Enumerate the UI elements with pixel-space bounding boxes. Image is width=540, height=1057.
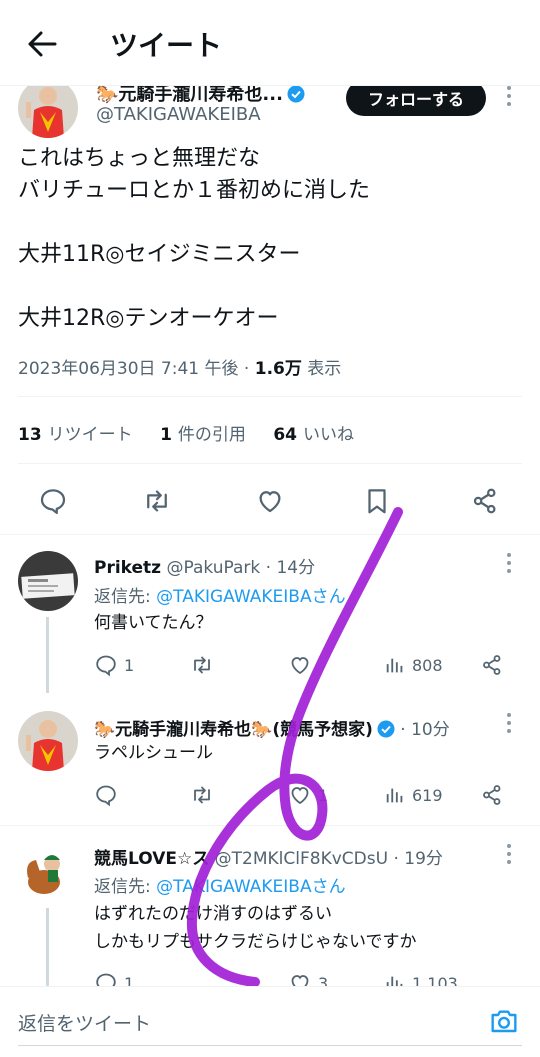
reply-author-name[interactable]: Priketz: [94, 558, 161, 578]
thread-line: [46, 617, 49, 693]
retweet-icon[interactable]: [140, 484, 174, 518]
more-icon[interactable]: [506, 844, 512, 864]
divider: [18, 463, 522, 464]
more-icon[interactable]: [506, 713, 512, 733]
tweet-stats: 13 リツイート 1 件の引用 64 いいね: [18, 420, 376, 445]
verified-badge-icon: [377, 720, 395, 738]
reply-time[interactable]: · 10分: [395, 720, 449, 740]
reply-tweet[interactable]: 🐎元騎手瀧川寿希也🐎(競馬予想家) · 10分 ラペルシュール 1 619: [0, 695, 540, 825]
quotes-stat[interactable]: 1 件の引用: [160, 425, 246, 445]
author-handle[interactable]: @TAKIGAWAKEIBA: [96, 104, 261, 125]
reply-action-bar: 1 619: [94, 780, 514, 810]
like-icon[interactable]: [288, 650, 318, 680]
reply-to-link[interactable]: @TAKIGAWAKEIBAさん: [156, 587, 345, 607]
bookmark-icon[interactable]: [360, 484, 394, 518]
divider: [18, 396, 522, 397]
verified-badge-icon: [287, 85, 305, 103]
reply-icon[interactable]: 1: [94, 650, 134, 680]
like-icon[interactable]: 1: [288, 780, 328, 810]
thread-line: [46, 908, 49, 986]
reply-to: 返信先: @TAKIGAWAKEIBAさん: [94, 587, 346, 607]
views-label: 表示: [301, 359, 342, 379]
composer-underline: [18, 1045, 522, 1046]
more-icon[interactable]: [506, 86, 512, 106]
likes-stat[interactable]: 64 いいね: [273, 425, 354, 445]
reply-icon[interactable]: [36, 484, 70, 518]
reply-to-link[interactable]: @TAKIGAWAKEIBAさん: [156, 877, 345, 897]
reply-header: 🐎元騎手瀧川寿希也🐎(競馬予想家) · 10分: [94, 715, 450, 740]
reply-author-name[interactable]: 🐎元騎手瀧川寿希也🐎(競馬予想家): [94, 720, 373, 740]
reply-tweet[interactable]: 競馬LOVE☆ス @T2MKlClF8KvCDsU · 19分 返信先: @TA…: [0, 826, 540, 995]
share-icon[interactable]: [480, 650, 504, 680]
reply-action-bar: 1 808: [94, 650, 514, 680]
page-title: ツイート: [110, 29, 223, 62]
reply-header: Priketz @PakuPark · 14分: [94, 553, 315, 578]
tweet-text: これはちょっと無理だな バリチューロとか１番初めに消した 大井11R◎セイジミニ…: [18, 146, 371, 331]
back-arrow-icon[interactable]: [22, 26, 62, 62]
reply-text: はずれたのだけ消すのはずるい しかもリプもサクラだらけじゃないですか: [94, 904, 417, 952]
views-icon[interactable]: 619: [384, 780, 443, 810]
reply-author-name[interactable]: 競馬LOVE☆ス: [94, 849, 209, 869]
views-icon[interactable]: 808: [384, 650, 443, 680]
reply-to: 返信先: @TAKIGAWAKEIBAさん: [94, 877, 346, 897]
reply-text: 何書いてたん？: [94, 613, 213, 633]
reply-input[interactable]: 返信をツイート: [18, 1009, 151, 1036]
reply-icon[interactable]: [94, 780, 124, 810]
tweet-action-bar: [0, 476, 540, 524]
reply-composer: 返信をツイート: [0, 986, 540, 1057]
tweet-datetime[interactable]: 2023年06月30日 7:41 午後: [18, 359, 239, 379]
views-count: 1.6万: [254, 359, 302, 379]
reply-header: 競馬LOVE☆ス @T2MKlClF8KvCDsU · 19分: [94, 844, 443, 869]
reply-avatar[interactable]: [18, 551, 78, 611]
retweets-stat[interactable]: 13 リツイート: [18, 425, 133, 445]
like-icon[interactable]: [253, 484, 287, 518]
share-icon[interactable]: [468, 484, 502, 518]
tweet-meta: 2023年06月30日 7:41 午後 · 1.6万 表示: [18, 359, 342, 379]
camera-icon[interactable]: [488, 1005, 520, 1037]
top-bar: ツイート: [0, 0, 540, 86]
reply-text: ラペルシュール: [94, 743, 213, 763]
retweet-icon[interactable]: [190, 650, 220, 680]
reply-author-handle[interactable]: @T2MKlClF8KvCDsU: [215, 849, 388, 869]
author-avatar[interactable]: [18, 78, 78, 138]
more-icon[interactable]: [506, 553, 512, 573]
reply-avatar[interactable]: [18, 711, 78, 771]
reply-avatar[interactable]: [18, 842, 78, 902]
share-icon[interactable]: [480, 780, 504, 810]
reply-time[interactable]: · 19分: [388, 849, 442, 869]
reply-tweet[interactable]: Priketz @PakuPark · 14分 返信先: @TAKIGAWAKE…: [0, 535, 540, 695]
reply-author-handle[interactable]: @PakuPark: [166, 558, 260, 578]
retweet-icon[interactable]: [190, 780, 220, 810]
reply-time[interactable]: · 14分: [260, 558, 315, 578]
